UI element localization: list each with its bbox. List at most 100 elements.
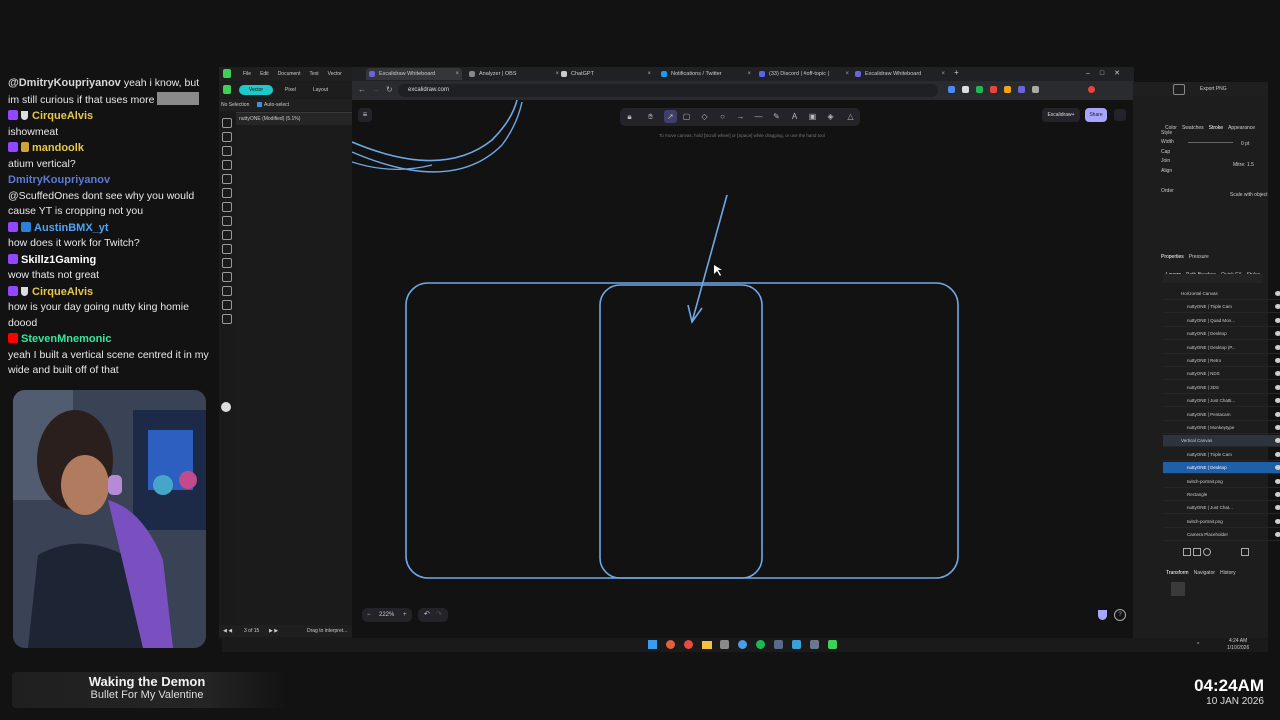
window-controls[interactable]: –□✕	[1086, 69, 1130, 77]
visibility-eye-icon[interactable]	[1275, 492, 1280, 497]
extension-icon[interactable]	[1032, 86, 1039, 93]
panel-tab[interactable]: Navigator	[1194, 570, 1215, 576]
visibility-eye-icon[interactable]	[1275, 317, 1280, 323]
visibility-eye-icon[interactable]	[1275, 371, 1280, 377]
layer-row[interactable]: twitch-portrait.png	[1163, 516, 1280, 528]
visibility-eye-icon[interactable]	[1275, 358, 1280, 363]
tray-clock[interactable]: 4:24 AM 1/10/2026	[1227, 638, 1249, 652]
pencil-icon[interactable]: ✎	[772, 112, 781, 121]
app-taskbar-icon[interactable]	[810, 640, 819, 649]
more-tools-icon[interactable]: △	[846, 112, 855, 121]
undo-icon[interactable]: ↶	[424, 608, 430, 622]
page-prev-icon[interactable]: ◀ ◀	[223, 628, 232, 634]
arrow-line[interactable]	[691, 194, 728, 323]
extension-icon[interactable]	[976, 86, 983, 93]
tab-close-icon[interactable]: ×	[845, 68, 849, 80]
tab-close-icon[interactable]: ×	[647, 68, 651, 80]
redo-icon[interactable]: ↷	[436, 608, 442, 622]
new-tab-icon[interactable]: +	[954, 68, 959, 77]
visibility-eye-icon[interactable]	[1275, 344, 1280, 350]
back-icon[interactable]: ←	[358, 85, 366, 94]
layer-row[interactable]: nuttyONE | Triple Cam	[1163, 301, 1280, 314]
visibility-eye-icon[interactable]	[1275, 478, 1280, 484]
zoom-level[interactable]: 222%	[379, 608, 394, 622]
visibility-eye-icon[interactable]	[1275, 425, 1280, 430]
panel-tab[interactable]: Stroke	[1209, 125, 1223, 131]
layer-delete-icon[interactable]	[1241, 548, 1249, 556]
export-button[interactable]: Export PNG	[1200, 86, 1227, 92]
move-tool-icon[interactable]	[222, 118, 232, 128]
hand-icon[interactable]: ✋︎	[646, 112, 655, 121]
layer-row[interactable]: nuttyONE | Quad Mon...	[1163, 315, 1280, 327]
layer-row[interactable]: nuttyONE | Just Chat...	[1163, 502, 1280, 515]
layer-action-icon[interactable]	[1193, 548, 1201, 556]
node-tool-icon[interactable]	[222, 132, 232, 142]
selection-icon[interactable]: ➚	[664, 110, 677, 123]
color-swatch-icon[interactable]	[221, 402, 231, 412]
profile-avatar[interactable]	[1088, 86, 1095, 93]
visibility-eye-icon[interactable]	[1275, 411, 1280, 417]
stroke-width-slider[interactable]	[1188, 142, 1233, 143]
line-icon[interactable]: —	[754, 112, 763, 121]
chrome-taskbar-icon[interactable]	[666, 640, 675, 649]
menu-item-vector[interactable]: Vector	[328, 71, 342, 77]
gradient-tool-icon[interactable]	[222, 202, 232, 212]
browser-tab[interactable]: ChatGPT ×	[558, 68, 654, 80]
persona-layout-button[interactable]: Layout	[313, 87, 328, 93]
panel-tab[interactable]: Transform	[1166, 570, 1189, 576]
chat-username[interactable]: Skillz1Gaming	[21, 254, 96, 266]
layer-row[interactable]: nuttyONE | Triple Cam	[1163, 449, 1280, 461]
mitre-value[interactable]: 1.5	[1247, 162, 1254, 168]
app-taskbar-icon[interactable]	[720, 640, 729, 649]
extension-icon[interactable]	[990, 86, 997, 93]
panel-tab[interactable]: History	[1220, 570, 1236, 576]
url-field[interactable]: excalidraw.com	[398, 84, 938, 97]
visibility-eye-icon[interactable]	[1275, 451, 1280, 457]
excalidraw-canvas[interactable]: ≡ 🔒︎ ✋︎ ➚ ▢ ◇ ○ → — ✎ A ▣ ◈ △ To move ca…	[352, 100, 1134, 638]
zoom-out-icon[interactable]: −	[367, 608, 371, 622]
chat-username[interactable]: CirqueAlvis	[32, 286, 93, 298]
explorer-taskbar-icon[interactable]	[702, 641, 712, 649]
canvas-drawing[interactable]	[352, 100, 1134, 638]
horizontal-canvas-rect[interactable]	[405, 282, 959, 579]
fill-tool-icon[interactable]	[222, 188, 232, 198]
visibility-eye-icon[interactable]	[1275, 291, 1280, 296]
visibility-eye-icon[interactable]	[1275, 331, 1280, 337]
spotify-taskbar-icon[interactable]	[756, 640, 765, 649]
toolbar-toggle-icon[interactable]	[1173, 84, 1185, 95]
menu-item-text[interactable]: Text	[309, 71, 318, 77]
persona-vector-button[interactable]: Vector	[239, 85, 273, 95]
hand-tool-icon[interactable]	[222, 300, 232, 310]
browser-taskbar-icon[interactable]	[684, 640, 693, 649]
layer-action-icon[interactable]	[1203, 548, 1211, 556]
shield-icon[interactable]	[1098, 610, 1107, 620]
chat-username[interactable]: CirqueAlvis	[32, 110, 93, 122]
tab-close-icon[interactable]: ×	[455, 68, 459, 80]
image-icon[interactable]: ▣	[808, 112, 817, 121]
menu-item-document[interactable]: Document	[278, 71, 301, 77]
rectangle-icon[interactable]: ▢	[682, 112, 691, 121]
stroke-width-value[interactable]: 0 pt	[1241, 141, 1249, 147]
layer-row[interactable]: Vertical Canvas	[1163, 435, 1280, 448]
layer-row[interactable]: twitch-portrait.png	[1163, 476, 1280, 488]
excalidraw-plus-button[interactable]: Excalidraw+	[1042, 108, 1080, 122]
library-icon[interactable]	[1114, 109, 1126, 121]
layer-row[interactable]: nuttyONE | Desktop	[1163, 328, 1280, 341]
auto-select-checkbox[interactable]	[257, 102, 262, 107]
chat-username[interactable]: AustinBMX_yt	[34, 222, 109, 234]
extension-icon[interactable]	[1018, 86, 1025, 93]
zoom-tool-icon[interactable]	[222, 314, 232, 324]
scale-with-object-label[interactable]: Scale with object	[1230, 192, 1268, 198]
image-tool-icon[interactable]	[222, 272, 232, 282]
affinity-taskbar-icon[interactable]	[828, 640, 837, 649]
transparency-tool-icon[interactable]	[222, 216, 232, 226]
visibility-eye-icon[interactable]	[1275, 304, 1280, 310]
brush-tool-icon[interactable]	[222, 174, 232, 184]
layer-row[interactable]: nuttyONE | Monkeytype	[1163, 422, 1280, 434]
panel-tab[interactable]: Swatches	[1182, 125, 1204, 131]
arrow-icon[interactable]: →	[736, 112, 745, 121]
menu-item-edit[interactable]: Edit	[260, 71, 269, 77]
document-tab[interactable]: nuttyONE (Modified) (5.1%)	[236, 112, 352, 125]
crop-tool-icon[interactable]	[222, 230, 232, 240]
visibility-eye-icon[interactable]	[1275, 398, 1280, 404]
